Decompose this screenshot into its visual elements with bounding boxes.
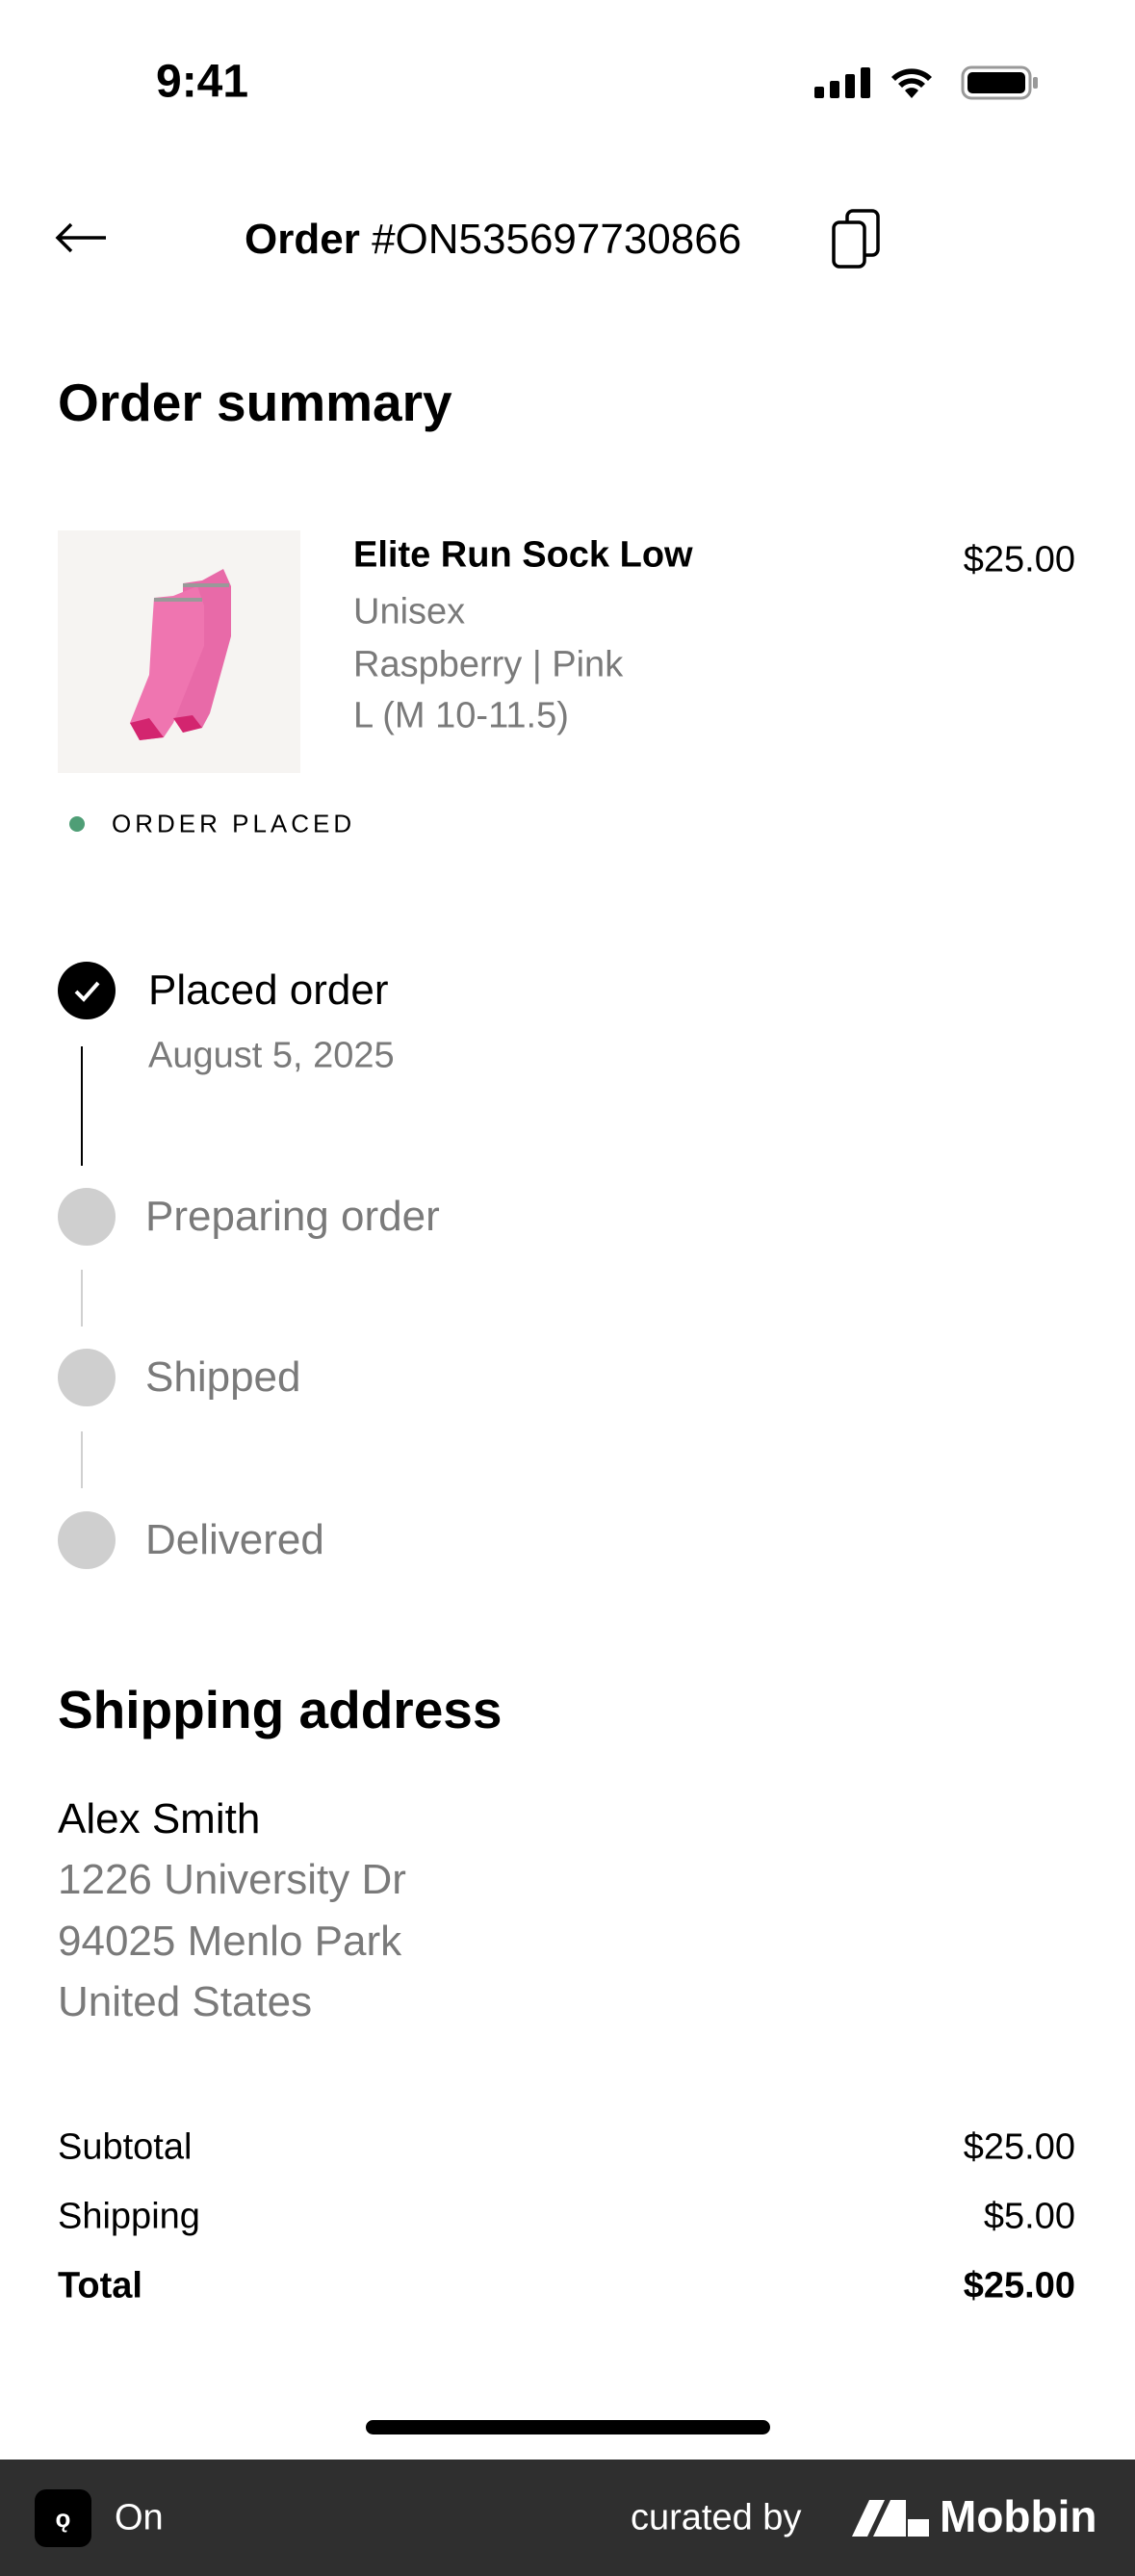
- curated-by-label: curated by: [631, 2498, 801, 2539]
- status-dot-icon: [69, 816, 85, 832]
- product-color: Raspberry | Pink: [353, 645, 623, 686]
- mobbin-logo-icon: [852, 2500, 929, 2541]
- order-status-label: ORDER PLACED: [112, 810, 355, 839]
- shipping-label: Shipping: [58, 2197, 200, 2238]
- timeline-step-preparing: Preparing order: [145, 1193, 440, 1241]
- home-indicator[interactable]: [366, 2420, 770, 2434]
- address-line-2: 94025 Menlo Park: [58, 1918, 401, 1966]
- product-name: Elite Run Sock Low: [353, 535, 693, 577]
- back-button[interactable]: [54, 221, 108, 259]
- address-country: United States: [58, 1978, 312, 2026]
- shipping-address-heading: Shipping address: [58, 1679, 502, 1740]
- product-size: L (M 10-11.5): [353, 696, 569, 737]
- address-line-1: 1226 University Dr: [58, 1856, 406, 1904]
- subtotal-label: Subtotal: [58, 2127, 192, 2169]
- footer-bar: ǫ On curated by Mobbin: [0, 2460, 1135, 2576]
- total-label: Total: [58, 2266, 142, 2307]
- wifi-icon: [890, 65, 934, 103]
- on-app-logo-icon: ǫ: [35, 2489, 91, 2547]
- order-number: #ON535697730866: [372, 216, 741, 263]
- copy-order-number-button[interactable]: [830, 207, 884, 275]
- product-gender: Unisex: [353, 592, 465, 633]
- product-image: [58, 530, 300, 773]
- status-time: 9:41: [156, 56, 248, 109]
- timeline-step-shipped: Shipped: [145, 1353, 300, 1402]
- subtotal-value: $25.00: [964, 2127, 1075, 2169]
- timeline-step-delivered: Delivered: [145, 1516, 324, 1564]
- total-value: $25.00: [964, 2266, 1075, 2307]
- mobbin-brand: Mobbin: [940, 2490, 1097, 2542]
- title-prefix: Order: [245, 216, 360, 263]
- check-icon: [58, 962, 116, 1019]
- timeline-connector: [81, 1046, 83, 1166]
- product-price: $25.00: [964, 540, 1075, 581]
- app-name: On: [115, 2498, 164, 2539]
- pending-step-icon: [58, 1511, 116, 1569]
- recipient-name: Alex Smith: [58, 1795, 260, 1843]
- copy-icon: [830, 207, 884, 270]
- pending-step-icon: [58, 1188, 116, 1246]
- arrow-left-icon: [54, 221, 108, 254]
- page-title: Order #ON535697730866: [245, 216, 741, 264]
- timeline-step-placed: Placed order: [148, 966, 388, 1015]
- order-summary-heading: Order summary: [58, 372, 452, 433]
- battery-icon: [961, 65, 1040, 105]
- pending-step-icon: [58, 1349, 116, 1406]
- timeline-step-placed-date: August 5, 2025: [148, 1036, 395, 1077]
- shipping-value: $5.00: [984, 2197, 1075, 2238]
- signal-icon: [814, 67, 872, 103]
- timeline-connector: [81, 1270, 83, 1327]
- timeline-connector: [81, 1431, 83, 1488]
